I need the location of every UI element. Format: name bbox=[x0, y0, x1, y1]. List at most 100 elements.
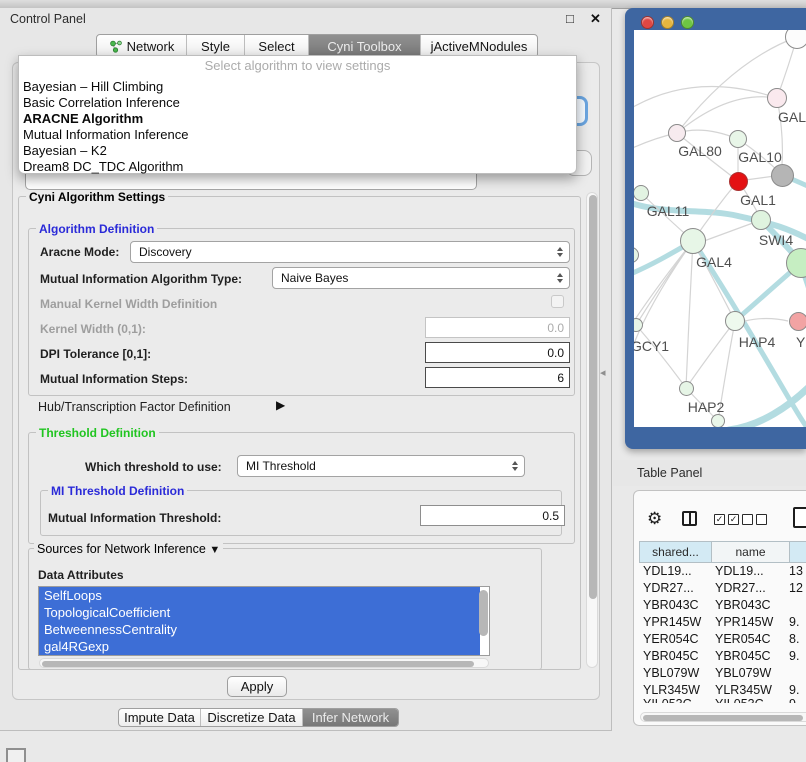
window-close-button[interactable] bbox=[641, 16, 654, 29]
cyni-algorithm-settings-title: Cyni Algorithm Settings bbox=[26, 190, 168, 204]
which-threshold-value: MI Threshold bbox=[246, 459, 316, 473]
mi-threshold-value: 0.5 bbox=[542, 509, 559, 523]
network-node[interactable] bbox=[711, 414, 725, 427]
list-item-selected[interactable]: SelfLoops bbox=[39, 587, 480, 604]
aracne-mode-label: Aracne Mode: bbox=[40, 245, 119, 259]
table-row[interactable]: YER054C YER054C 8. bbox=[639, 631, 806, 648]
network-node[interactable] bbox=[729, 130, 747, 148]
network-node[interactable] bbox=[751, 210, 771, 230]
kernel-width-field[interactable]: 0.0 bbox=[425, 317, 570, 338]
apply-button[interactable]: Apply bbox=[227, 676, 287, 697]
new-table-icon[interactable] bbox=[793, 507, 806, 528]
mi-steps-value: 6 bbox=[557, 371, 564, 385]
dpi-tolerance-field[interactable]: 0.0 bbox=[425, 342, 570, 363]
window-minimize-button[interactable] bbox=[661, 16, 674, 29]
network-node[interactable] bbox=[771, 164, 794, 187]
network-node[interactable] bbox=[680, 228, 706, 254]
which-threshold-combo[interactable]: MI Threshold bbox=[237, 455, 525, 477]
minimized-panel-icon[interactable] bbox=[6, 748, 26, 762]
network-icon bbox=[109, 40, 122, 53]
tab-network[interactable]: Network bbox=[97, 35, 187, 57]
mi-threshold-group-title: MI Threshold Definition bbox=[48, 484, 187, 498]
settings-scrollbar-track bbox=[586, 192, 598, 668]
table-hscrollbar[interactable] bbox=[643, 715, 803, 721]
list-item-selected[interactable]: BetweennessCentrality bbox=[39, 621, 480, 638]
algorithm-option[interactable]: Bayesian – Hill Climbing bbox=[19, 79, 576, 95]
list-vertical-scrollbar[interactable] bbox=[479, 590, 488, 636]
tab-impute-data[interactable]: Impute Data bbox=[119, 709, 201, 726]
network-node[interactable] bbox=[729, 172, 748, 191]
network-node[interactable] bbox=[767, 88, 787, 108]
mi-algorithm-type-combo[interactable]: Naive Bayes bbox=[272, 267, 570, 289]
node-label: GAL80 bbox=[678, 143, 722, 159]
table-row[interactable]: YIL053C YIL053C 9. bbox=[639, 696, 806, 703]
list-item-selected[interactable]: gal4RGexp bbox=[39, 638, 480, 655]
split-columns-icon[interactable] bbox=[682, 511, 697, 526]
panel-collapse-handle-icon[interactable]: ◂ bbox=[600, 366, 606, 379]
control-panel: Control Panel □ ✕ Network Style Select C… bbox=[0, 8, 612, 731]
network-node[interactable] bbox=[668, 124, 686, 142]
kernel-width-value: 0.0 bbox=[547, 321, 564, 335]
table-row[interactable]: YBR043C YBR043C bbox=[639, 597, 806, 614]
algorithm-dropdown-popup: Select algorithm to view settings Bayesi… bbox=[18, 55, 577, 174]
data-attributes-label: Data Attributes bbox=[38, 568, 124, 582]
algorithm-option[interactable]: Basic Correlation Inference bbox=[19, 95, 576, 111]
node-label: GCY1 bbox=[634, 338, 669, 354]
network-node[interactable] bbox=[679, 381, 694, 396]
tab-select[interactable]: Select bbox=[245, 35, 309, 57]
dpi-tolerance-label: DPI Tolerance [0,1]: bbox=[40, 347, 151, 361]
node-label: GAL4 bbox=[696, 254, 732, 270]
manual-kernel-checkbox[interactable] bbox=[551, 295, 564, 308]
select-all-columns-icon[interactable]: ✓✓ bbox=[714, 514, 739, 525]
hub-tf-label[interactable]: Hub/Transcription Factor Definition bbox=[38, 400, 231, 414]
table-row[interactable]: YPR145W YPR145W 9. bbox=[639, 614, 806, 631]
table-rows: YDL19... YDL19... 13 YDR27... YDR27... 1… bbox=[639, 563, 806, 703]
dpi-tolerance-value: 0.0 bbox=[547, 346, 564, 360]
which-threshold-label: Which threshold to use: bbox=[85, 460, 222, 474]
control-panel-titlebar: Control Panel □ ✕ bbox=[0, 8, 612, 32]
algorithm-option[interactable]: Bayesian – K2 bbox=[19, 143, 576, 159]
network-canvas[interactable]: GAL80 GAL10 GAL1 GAL11 SWI4 GAL4 HAP4 Y … bbox=[634, 30, 806, 427]
mi-algorithm-type-value: Naive Bayes bbox=[281, 271, 348, 285]
node-label: HAP2 bbox=[688, 399, 725, 415]
table-row[interactable]: YDL19... YDL19... 13 bbox=[639, 563, 806, 580]
network-node[interactable] bbox=[725, 311, 745, 331]
collapse-down-icon[interactable]: ▼ bbox=[209, 544, 220, 556]
cyni-bottom-tabs: Impute Data Discretize Data Infer Networ… bbox=[118, 708, 399, 727]
close-panel-icon[interactable]: ✕ bbox=[590, 11, 601, 27]
sources-group-title: Sources for Network Inference ▼ bbox=[34, 542, 223, 556]
list-item-selected[interactable]: TopologicalCoefficient bbox=[39, 604, 480, 621]
tab-cyni-toolbox[interactable]: Cyni Toolbox bbox=[309, 35, 421, 57]
algorithm-option[interactable]: Mutual Information Inference bbox=[19, 127, 576, 143]
mi-steps-field[interactable]: 6 bbox=[425, 367, 570, 388]
column-header-partial[interactable] bbox=[790, 541, 806, 563]
gear-icon[interactable]: ⚙ bbox=[647, 509, 662, 529]
data-attributes-list: SelfLoops TopologicalCoefficient Between… bbox=[38, 586, 490, 656]
table-panel-title: Table Panel bbox=[637, 466, 702, 480]
float-panel-icon[interactable]: □ bbox=[566, 11, 574, 26]
algorithm-option-selected[interactable]: ARACNE Algorithm bbox=[19, 111, 576, 127]
deselect-all-columns-icon[interactable] bbox=[742, 514, 767, 525]
list-horizontal-scrollbar[interactable] bbox=[42, 661, 474, 667]
node-label: SWI4 bbox=[759, 232, 793, 248]
settings-scrollbar[interactable] bbox=[589, 195, 597, 599]
expand-right-icon[interactable]: ▶ bbox=[276, 398, 285, 412]
column-header-shared[interactable]: shared... bbox=[639, 541, 712, 563]
table-row[interactable]: YBR045C YBR045C 9. bbox=[639, 648, 806, 665]
algorithm-option[interactable]: Dream8 DC_TDC Algorithm bbox=[19, 159, 576, 175]
table-row[interactable]: YBL079W YBL079W bbox=[639, 665, 806, 682]
table-row[interactable]: YDR27... YDR27... 12 bbox=[639, 580, 806, 597]
node-label: HAP4 bbox=[739, 334, 776, 350]
tab-infer-network[interactable]: Infer Network bbox=[303, 709, 398, 726]
node-label: GAL bbox=[778, 109, 806, 125]
tab-discretize-data[interactable]: Discretize Data bbox=[201, 709, 303, 726]
tab-style[interactable]: Style bbox=[187, 35, 245, 57]
column-header-name[interactable]: name bbox=[712, 541, 790, 563]
network-node[interactable] bbox=[789, 312, 806, 331]
sources-title-text[interactable]: Sources for Network Inference bbox=[37, 542, 206, 556]
window-zoom-button[interactable] bbox=[681, 16, 694, 29]
aracne-mode-combo[interactable]: Discovery bbox=[130, 241, 570, 263]
tab-jactivemnodules[interactable]: jActiveMNodules bbox=[421, 35, 537, 57]
mi-threshold-field[interactable]: 0.5 bbox=[420, 505, 565, 526]
apply-button-label: Apply bbox=[241, 679, 274, 694]
